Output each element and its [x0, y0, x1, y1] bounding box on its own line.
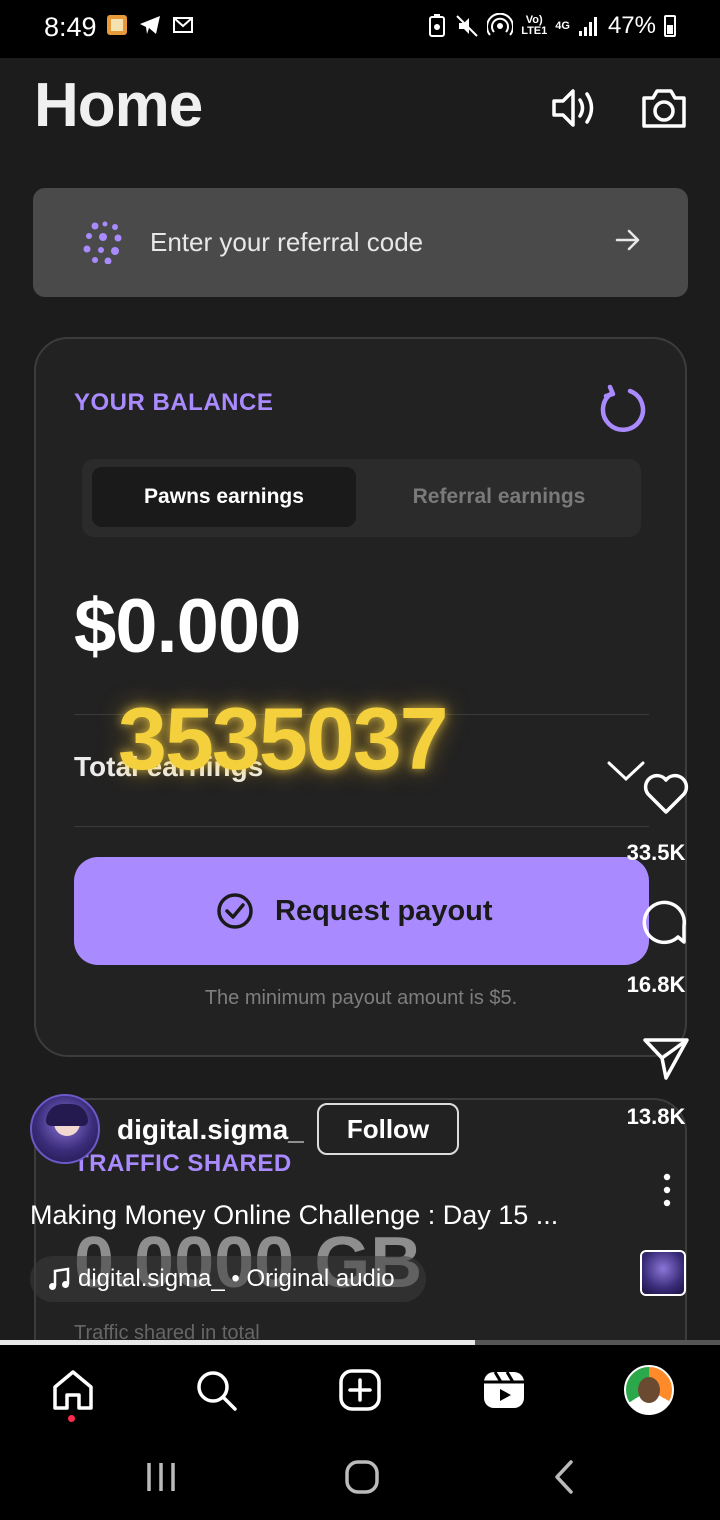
speaker-icon[interactable]	[548, 82, 600, 134]
audio-thumbnail[interactable]	[640, 1250, 686, 1296]
share-icon[interactable]	[640, 1032, 692, 1084]
system-nav-bar	[0, 1435, 720, 1520]
request-payout-label: Request payout	[275, 895, 493, 927]
home-button-icon[interactable]	[342, 1457, 382, 1497]
refresh-icon[interactable]	[597, 383, 649, 435]
battery-icon	[664, 15, 676, 37]
traffic-subtitle: Traffic shared in total	[74, 1322, 260, 1340]
status-bar: 8:49 Vo) LTE1 4G 47%	[0, 0, 720, 58]
profile-avatar[interactable]	[624, 1365, 674, 1415]
tab-pawns-earnings[interactable]: Pawns earnings	[92, 467, 356, 527]
arrow-right-icon[interactable]	[614, 226, 642, 254]
earnings-tabs: Pawns earnings Referral earnings	[82, 459, 641, 537]
status-system-icons: Vo) LTE1 4G 47%	[427, 12, 676, 40]
mute-icon	[456, 15, 478, 37]
status-time: 8:49	[44, 12, 97, 42]
status-notification-icons	[106, 14, 196, 36]
referral-code-input[interactable]: Enter your referral code	[33, 188, 688, 297]
balance-amount: $0.000	[74, 584, 301, 669]
comment-count: 16.8K	[626, 972, 686, 997]
network-type: 4G	[555, 19, 570, 32]
network-label: Vo) LTE1	[521, 14, 548, 37]
battery-saver-icon	[429, 14, 446, 37]
follow-button[interactable]: Follow	[317, 1103, 459, 1155]
create-icon[interactable]	[337, 1367, 383, 1413]
tab-referral-earnings[interactable]: Referral earnings	[367, 467, 631, 527]
search-icon[interactable]	[193, 1367, 239, 1413]
message-icon	[173, 17, 193, 33]
comment-icon[interactable]	[640, 900, 692, 952]
request-payout-button[interactable]: Request payout	[74, 857, 649, 965]
heart-icon[interactable]	[640, 768, 692, 820]
notification-dot	[68, 1415, 75, 1422]
like-count: 33.5K	[626, 840, 686, 865]
recents-icon[interactable]	[141, 1457, 181, 1497]
home-icon[interactable]	[50, 1367, 96, 1413]
divider	[74, 826, 649, 827]
signal-icon	[578, 17, 597, 36]
app-notification-icon	[107, 15, 127, 35]
hotspot-icon	[487, 13, 514, 36]
avatar[interactable]	[30, 1094, 100, 1164]
reel-username[interactable]: digital.sigma_	[117, 1114, 304, 1146]
reels-icon[interactable]	[481, 1367, 527, 1413]
back-icon[interactable]	[544, 1457, 584, 1497]
share-count: 13.8K	[626, 1104, 686, 1129]
balance-label: YOUR BALANCE	[74, 389, 274, 416]
minimum-payout-note: The minimum payout amount is $5.	[204, 987, 518, 1009]
camera-icon[interactable]	[638, 82, 690, 134]
dots-grid-icon	[83, 221, 122, 264]
telegram-icon	[140, 16, 160, 34]
audio-label: digital.sigma_ • Original audio	[78, 1265, 395, 1292]
check-circle-icon	[217, 893, 253, 929]
more-vertical-icon[interactable]	[662, 1172, 672, 1208]
music-note-icon	[49, 1267, 70, 1290]
audio-pill[interactable]: digital.sigma_ • Original audio	[30, 1256, 426, 1302]
page-title: Home	[34, 71, 203, 140]
battery-percent: 47%	[607, 12, 656, 39]
reel-caption[interactable]: Making Money Online Challenge : Day 15 .…	[30, 1200, 558, 1231]
traffic-label: TRAFFIC SHARED	[74, 1150, 292, 1177]
referral-placeholder: Enter your referral code	[150, 227, 424, 257]
overlay-number: 3535037	[118, 689, 449, 788]
bottom-nav	[0, 1345, 720, 1435]
